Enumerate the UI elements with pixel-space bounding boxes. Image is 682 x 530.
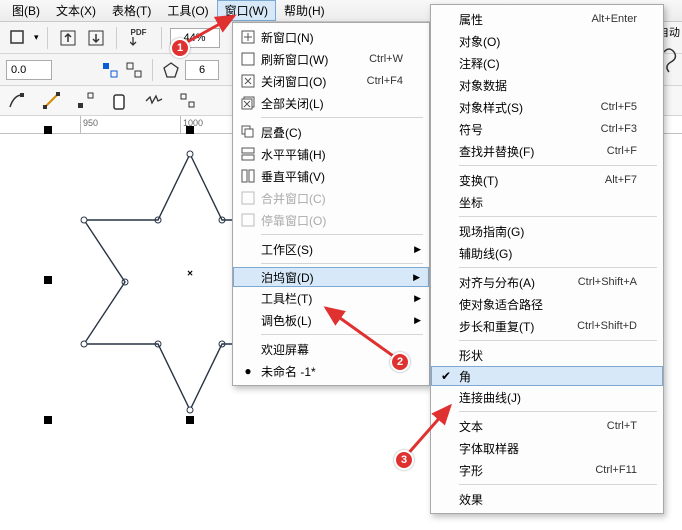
dock-fit-path[interactable]: 使对象适合路径 [431,293,663,315]
merge-icon [237,188,259,208]
bullet-icon: ● [237,361,259,381]
dock-shape[interactable]: 形状 [431,344,663,366]
menu-graphics[interactable]: 图(B) [4,0,48,21]
dock-effects[interactable]: 效果 [431,488,663,510]
menu-help[interactable]: 帮助(H) [276,0,333,21]
submenu-arrow-icon: ▶ [414,315,421,326]
dock-symbols[interactable]: 符号Ctrl+F3 [431,118,663,140]
selection-handle[interactable] [186,126,194,134]
menu-text[interactable]: 文本(X) [48,0,104,21]
window-menu-dropdown: 新窗口(N) 刷新窗口(W) Ctrl+W 关闭窗口(O) Ctrl+F4 全部… [232,22,430,386]
dock-object-data[interactable]: 对象数据 [431,74,663,96]
dock-live-guide[interactable]: 现场指南(G) [431,220,663,242]
dock-corners[interactable]: ✔角 [431,366,663,386]
close-window-icon [237,71,259,91]
dock-text[interactable]: 文本Ctrl+T [431,415,663,437]
annotation-badge-1: 1 [170,38,190,58]
eraser-tool-icon[interactable] [108,89,132,113]
selection-handle[interactable] [186,416,194,424]
menu-tile-v[interactable]: 垂直平铺(V) [233,165,429,187]
ruler-label: 950 [83,118,98,128]
menu-workspace[interactable]: 工作区(S) ▶ [233,238,429,260]
menu-close-window[interactable]: 关闭窗口(O) Ctrl+F4 [233,70,429,92]
annotation-badge-2: 2 [390,352,410,372]
new-window-icon [237,27,259,47]
menu-toolbars[interactable]: 工具栏(T) ▶ [233,287,429,309]
dock-step-repeat[interactable]: 步长和重复(T)Ctrl+Shift+D [431,315,663,337]
roughen-tool-icon[interactable] [142,89,166,113]
dock-properties[interactable]: 属性Alt+Enter [431,8,663,30]
selection-handle[interactable] [44,276,52,284]
dock-align-dist[interactable]: 对齐与分布(A)Ctrl+Shift+A [431,271,663,293]
submenu-arrow-icon: ▶ [414,244,421,255]
menu-table[interactable]: 表格(T) [104,0,159,21]
dock-comments[interactable]: 注释(C) [431,52,663,74]
dock-find-replace[interactable]: 查找并替换(F)Ctrl+F [431,140,663,162]
menu-merge-window: 合并窗口(C) [233,187,429,209]
menu-tile-h[interactable]: 水平平铺(H) [233,143,429,165]
menu-refresh-window[interactable]: 刷新窗口(W) Ctrl+W [233,48,429,70]
node-tool-icon[interactable] [74,89,98,113]
submenu-arrow-icon: ▶ [413,272,420,283]
bezier-tool-icon[interactable] [40,89,64,113]
selection-handle[interactable] [44,126,52,134]
snap-node-blue-icon[interactable] [100,60,120,80]
publish-up-icon[interactable] [56,26,80,50]
dock-transform[interactable]: 变换(T)Alt+F7 [431,169,663,191]
cascade-icon [237,122,259,142]
tile-h-icon [237,144,259,164]
dock-objects[interactable]: 对象(O) [431,30,663,52]
pdf-export-icon[interactable]: PDF [125,26,153,50]
center-marker-icon: × [187,269,193,280]
menu-dockers[interactable]: 泊坞窗(D) ▶ [233,267,429,287]
dock-icon [237,210,259,230]
close-all-icon [237,93,259,113]
tile-v-icon [237,166,259,186]
menu-window[interactable]: 窗口(W) [217,0,276,21]
refresh-icon [237,49,259,69]
polygon-icon[interactable] [161,60,181,80]
menu-palettes[interactable]: 调色板(L) ▶ [233,309,429,331]
selection-handle[interactable] [44,416,52,424]
check-icon: ✔ [435,366,457,386]
rectangle-icon[interactable] [6,26,30,50]
coord-input[interactable]: 0.0 [6,60,52,80]
bounding-tool-icon[interactable] [176,89,200,113]
dock-glyphs[interactable]: 字形Ctrl+F11 [431,459,663,481]
freehand-tool-icon[interactable] [6,89,30,113]
submenu-arrow-icon: ▶ [414,293,421,304]
menu-cascade[interactable]: 层叠(C) [233,121,429,143]
dock-object-styles[interactable]: 对象样式(S)Ctrl+F5 [431,96,663,118]
dock-font-sampler[interactable]: 字体取样器 [431,437,663,459]
snap-node-outline-icon[interactable] [124,60,144,80]
menu-new-window[interactable]: 新窗口(N) [233,26,429,48]
annotation-badge-3: 3 [394,450,414,470]
sides-input[interactable]: 6 [185,60,219,80]
dock-coordinates[interactable]: 坐标 [431,191,663,213]
menu-tools[interactable]: 工具(O) [159,0,216,21]
dock-join-curves[interactable]: 连接曲线(J) [431,386,663,408]
menu-close-all[interactable]: 全部关闭(L) [233,92,429,114]
publish-down-icon[interactable] [84,26,108,50]
dock-guides[interactable]: 辅助线(G) [431,242,663,264]
dockers-submenu: 属性Alt+Enter 对象(O) 注释(C) 对象数据 对象样式(S)Ctrl… [430,4,664,514]
menu-dock-window: 停靠窗口(O) [233,209,429,231]
